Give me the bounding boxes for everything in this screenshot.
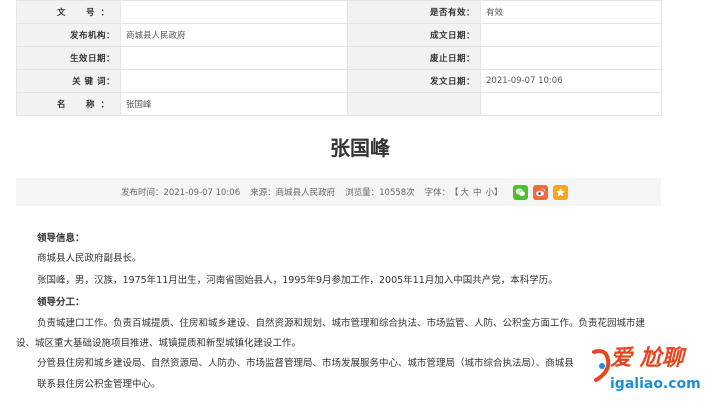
duty-line-3: 分管县住房和城乡建设局、自然资源局、人防办、市场监督管理局、市场发展服务中心、城… — [37, 358, 574, 369]
publish-time: 发布时间：2021-09-07 10:06 — [121, 188, 241, 198]
meta-row: 名 称： 张国峰 — [16, 92, 662, 116]
meta-value-effective-date — [120, 46, 348, 70]
watermark-top-text: 爱 尬聊 — [610, 346, 684, 371]
duty-line-4: 联系县住房公积金管理中心。 — [37, 379, 161, 390]
meta-value-repeal-date — [480, 46, 662, 70]
leader-bio: 张国峰，男，汉族，1975年11月出生，河南省固始县人，1995年9月参加工作，… — [37, 275, 558, 286]
leader-position: 商城县人民政府副县长。 — [37, 253, 142, 264]
meta-value-issuer: 商城县人民政府 — [120, 23, 348, 47]
font-size-medium-button[interactable]: 中 — [473, 188, 482, 198]
leader-info-heading: 领导信息： — [37, 233, 85, 244]
duty-line-1: 负责城建口工作。负责百城提质、住房和城乡建设、自然资源和规划、城市管理和综合执法… — [37, 318, 646, 329]
division-heading: 领导分工： — [37, 297, 85, 308]
meta-label-repeal-date: 废止日期： — [347, 46, 481, 70]
meta-value-keywords — [120, 69, 348, 93]
page-title: 张国峰 — [330, 136, 390, 160]
meta-label-effective-date: 生效日期： — [16, 46, 121, 70]
site-watermark: 爱 尬聊 igaliao.com — [590, 340, 720, 408]
meta-label-issuer: 发布机构： — [16, 23, 121, 47]
watermark-logo-icon — [590, 346, 612, 390]
meta-label-keywords: 关 键 词： — [16, 69, 121, 93]
document-meta-table: 文 号： 是否有效： 有效 发布机构： 商城县人民政府 成文日期： 生效日期： … — [16, 0, 662, 116]
meta-value-valid: 有效 — [480, 0, 662, 24]
view-count: 浏览量：10558次 — [345, 188, 415, 198]
font-size-small-button[interactable]: 小 — [485, 188, 494, 198]
font-size-label: 字体： — [424, 188, 451, 198]
article-info-bar: 发布时间：2021-09-07 10:06 来源：商城县人民政府 浏览量：105… — [16, 178, 661, 206]
meta-value-doc-number — [120, 0, 348, 24]
watermark-bottom-text: igaliao.com — [610, 376, 701, 392]
source: 来源：商城县人民政府 — [250, 188, 336, 198]
meta-row: 文 号： 是否有效： 有效 — [16, 0, 662, 24]
meta-label-valid: 是否有效： — [347, 0, 481, 24]
font-size-control: 字体：【大中小】 — [425, 186, 505, 198]
meta-label-written-date: 成文日期： — [347, 23, 481, 47]
share-buttons — [512, 184, 573, 200]
meta-label-issue-date: 发文日期： — [347, 69, 481, 93]
meta-label-doc-number: 文 号： — [16, 0, 121, 24]
meta-value-empty — [480, 92, 662, 116]
font-bracket-open: 【 — [454, 188, 459, 198]
meta-value-issue-date: 2021-09-07 10:06 — [480, 69, 662, 93]
duty-line-2: 设、城区重大基础设施项目推进、城镇提质和新型城镇化建设工作。 — [16, 338, 302, 349]
meta-row: 关 键 词： 发文日期： 2021-09-07 10:06 — [16, 69, 662, 93]
article-info-row: 发布时间：2021-09-07 10:06 来源：商城县人民政府 浏览量：105… — [121, 178, 573, 206]
meta-row: 发布机构： 商城县人民政府 成文日期： — [16, 23, 662, 47]
meta-label-empty — [347, 92, 481, 116]
meta-value-written-date — [480, 23, 662, 47]
meta-value-name: 张国峰 — [120, 92, 348, 116]
font-size-large-button[interactable]: 大 — [460, 188, 469, 198]
meta-row: 生效日期： 废止日期： — [16, 46, 662, 70]
wechat-icon[interactable] — [512, 184, 528, 200]
meta-label-name: 名 称： — [16, 92, 121, 116]
font-bracket-close: 】 — [494, 188, 503, 198]
favorite-icon[interactable] — [552, 184, 568, 200]
weibo-icon[interactable] — [532, 184, 548, 200]
